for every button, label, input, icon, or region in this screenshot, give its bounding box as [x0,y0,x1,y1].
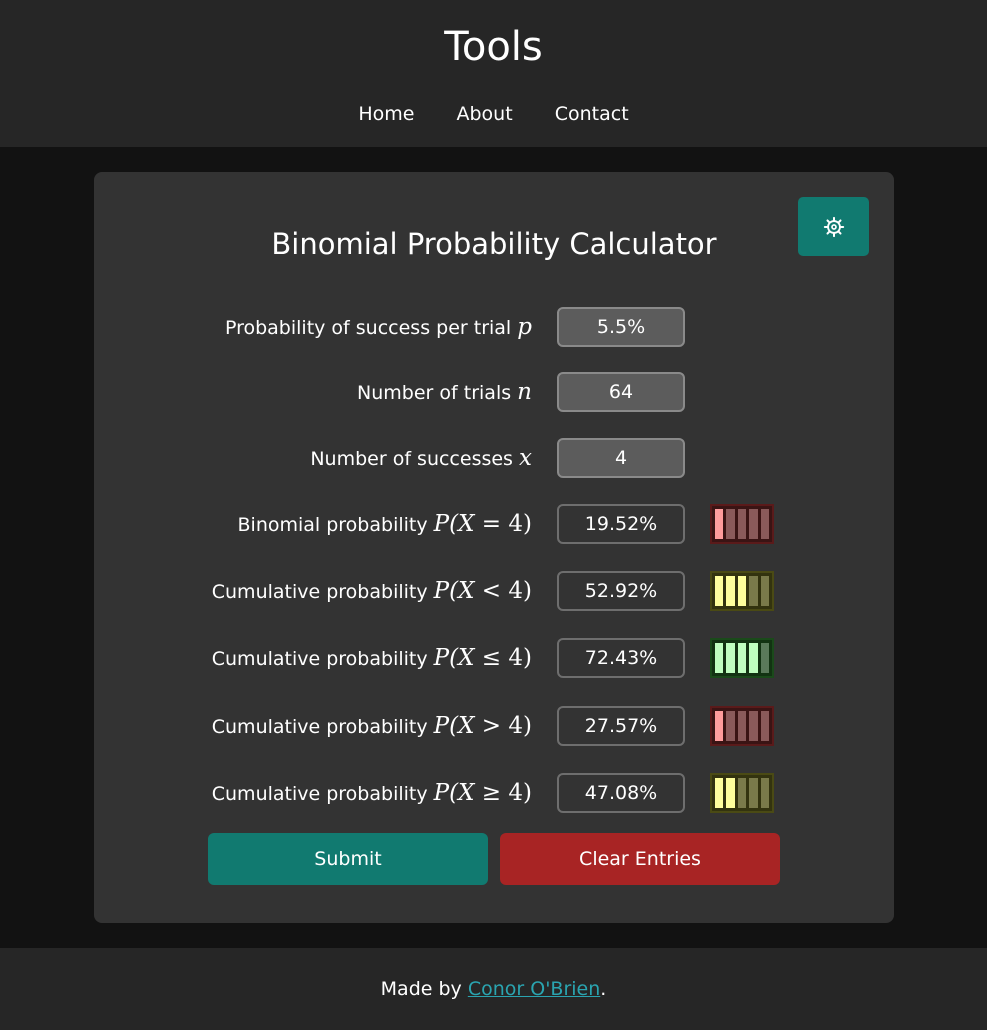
probability-meter [710,773,774,813]
meter-segment [749,576,758,606]
expression-suffix: 4) [501,713,532,739]
site-title: Tools [444,24,543,70]
result-label: Cumulative probability P(X ≤ 4) [212,638,532,678]
result-field: 27.57% [557,706,685,746]
result-expression: P(X ≤ 4) [434,645,532,671]
result-label-text: Cumulative probability [211,581,428,603]
calculator-card: Binomial Probability Calculator Probabil… [94,172,894,923]
input-label: Number of successes x [310,438,532,478]
input-label-text: Probability of success per trial [224,317,512,339]
result-row: Binomial probability P(X = 4) 19.52% [94,504,894,544]
meter-segment [749,643,758,673]
result-row: Cumulative probability P(X < 4) 52.92% [94,571,894,611]
footer-suffix: . [600,978,607,1000]
input-symbol: n [517,379,532,405]
meter-segment [726,509,735,539]
author-link[interactable]: Conor O'Brien [468,978,600,1000]
calculator-title: Binomial Probability Calculator [271,227,717,261]
result-expression: P(X < 4) [434,578,532,604]
meter-segment [737,711,747,741]
nav-about-link[interactable]: About [457,103,513,125]
expression-operator: = [481,511,502,537]
meter-segment [749,711,758,741]
meter-segment [726,576,735,606]
nav-home-link[interactable]: Home [358,103,414,125]
input-label: Probability of success per trial p [225,307,532,347]
probability-meter [710,638,774,678]
input-label-text: Number of successes [310,448,513,470]
expression-prefix: P(X [433,645,482,671]
meter-segment [760,711,770,741]
site-footer: Made by Conor O'Brien. [0,948,987,1030]
meter-segment [715,509,724,539]
result-label: Cumulative probability P(X ≥ 4) [212,773,532,813]
result-row: Cumulative probability P(X ≤ 4) 72.43% [94,638,894,678]
input-label: Number of trials n [357,372,532,412]
meter-segment [715,711,724,741]
meter-segment [737,509,747,539]
input-field[interactable]: 64 [557,372,685,412]
probability-meter [710,706,774,746]
probability-meter [710,571,774,611]
result-field: 72.43% [557,638,685,678]
result-row: Cumulative probability P(X > 4) 27.57% [94,706,894,746]
expression-prefix: P(X [433,780,482,806]
meter-segment [760,643,770,673]
expression-operator: ≤ [481,645,502,671]
meter-segment [749,778,758,808]
input-symbol: x [519,445,532,471]
meter-segment [737,643,747,673]
input-field[interactable]: 5.5% [557,307,685,347]
expression-prefix: P(X [433,713,482,739]
result-label-text: Cumulative probability [211,716,428,738]
expression-prefix: P(X [433,511,482,537]
result-label-text: Binomial probability [237,514,428,536]
meter-segment [760,576,770,606]
meter-segment [737,778,747,808]
expression-suffix: 4) [501,578,532,604]
meter-segment [726,778,735,808]
result-expression: P(X ≥ 4) [434,780,532,806]
clear-entries-button[interactable]: Clear Entries [500,833,780,885]
result-expression: P(X = 4) [434,511,532,537]
submit-button[interactable]: Submit [208,833,488,885]
meter-segment [737,576,747,606]
meter-segment [715,778,724,808]
meter-segment [726,643,735,673]
result-label: Binomial probability P(X = 4) [238,504,533,544]
expression-operator: < [481,578,502,604]
meter-segment [715,643,724,673]
meter-segment [715,576,724,606]
result-label: Cumulative probability P(X > 4) [212,706,532,746]
site-header: Tools Home About Contact [0,0,987,147]
input-row: Probability of success per trial p 5.5% [94,307,894,347]
result-label-text: Cumulative probability [211,783,428,805]
input-label-text: Number of trials [357,382,512,404]
meter-segment [760,509,770,539]
expression-suffix: 4) [501,511,532,537]
footer-prefix: Made by [380,978,468,1000]
input-symbol: p [517,314,532,340]
expression-prefix: P(X [433,578,482,604]
expression-suffix: 4) [501,645,532,671]
expression-operator: ≥ [481,780,502,806]
input-row: Number of trials n 64 [94,372,894,412]
input-field[interactable]: 4 [557,438,685,478]
main-nav: Home About Contact [0,100,987,128]
result-field: 47.08% [557,773,685,813]
expression-suffix: 4) [501,780,532,806]
result-label-text: Cumulative probability [211,648,428,670]
meter-segment [726,711,735,741]
meter-segment [760,778,770,808]
expression-operator: > [481,713,502,739]
result-expression: P(X > 4) [434,713,532,739]
nav-contact-link[interactable]: Contact [555,103,629,125]
result-field: 52.92% [557,571,685,611]
result-field: 19.52% [557,504,685,544]
result-row: Cumulative probability P(X ≥ 4) 47.08% [94,773,894,813]
input-row: Number of successes x4 [94,438,894,478]
meter-segment [749,509,758,539]
result-label: Cumulative probability P(X < 4) [212,571,532,611]
probability-meter [710,504,774,544]
